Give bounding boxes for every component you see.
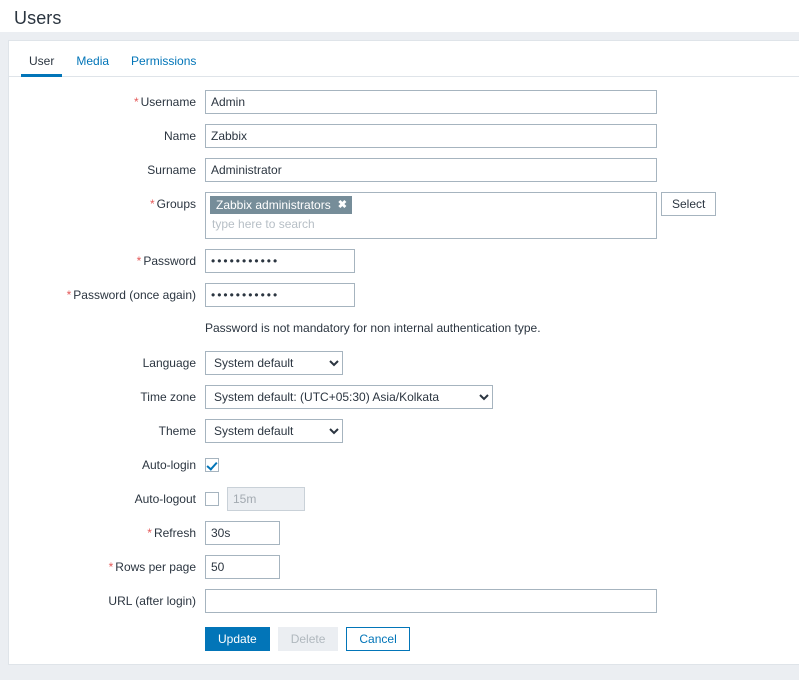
label-theme: Theme	[158, 424, 196, 438]
label-timezone: Time zone	[140, 390, 196, 404]
field-password-hint: Password is not mandatory for non intern…	[205, 317, 541, 337]
groups-multiselect[interactable]: Zabbix administrators ✖	[205, 192, 657, 239]
row-password: * Password	[9, 249, 799, 273]
field-rows-per-page	[205, 555, 280, 579]
row-auto-login: Auto-login	[9, 453, 799, 477]
required-marker: *	[147, 526, 152, 540]
row-auto-logout: Auto-logout	[9, 487, 799, 511]
row-form-actions: Update Delete Cancel	[9, 627, 799, 651]
field-timezone: System default: (UTC+05:30) Asia/Kolkata	[205, 385, 493, 409]
group-chip-label: Zabbix administrators	[216, 198, 331, 212]
label-name: Name	[163, 129, 196, 143]
label-rows-per-page: * Rows per page	[108, 560, 196, 574]
form-actions: Update Delete Cancel	[205, 627, 418, 651]
password-again-input[interactable]	[205, 283, 355, 307]
row-timezone: Time zone System default: (UTC+05:30) As…	[9, 385, 799, 409]
theme-select[interactable]: System default	[205, 419, 343, 443]
label-password: * Password	[136, 254, 196, 268]
field-url-after-login	[205, 589, 657, 613]
field-name	[205, 124, 657, 148]
label-surname: Surname	[147, 163, 196, 177]
page-header: Users	[0, 0, 799, 32]
field-groups: Zabbix administrators ✖ Select	[205, 192, 717, 239]
surname-input[interactable]	[205, 158, 657, 182]
row-username: * Username	[9, 90, 799, 114]
username-input[interactable]	[205, 90, 657, 114]
page-title: Users	[14, 8, 62, 28]
password-input[interactable]	[205, 249, 355, 273]
tab-user[interactable]: User	[18, 54, 65, 77]
field-theme: System default	[205, 419, 343, 443]
tab-media[interactable]: Media	[65, 54, 120, 76]
delete-button: Delete	[277, 627, 339, 651]
label-url-after-login: URL (after login)	[108, 594, 196, 608]
row-theme: Theme System default	[9, 419, 799, 443]
cancel-button[interactable]: Cancel	[346, 627, 410, 651]
group-chip[interactable]: Zabbix administrators ✖	[210, 196, 352, 214]
tab-permissions[interactable]: Permissions	[120, 54, 207, 76]
select-groups-button[interactable]: Select	[661, 192, 717, 216]
row-name: Name	[9, 124, 799, 148]
url-after-login-input[interactable]	[205, 589, 657, 613]
auto-login-checkbox[interactable]	[205, 458, 219, 472]
row-language: Language System default	[9, 351, 799, 375]
field-auto-logout	[205, 487, 305, 511]
row-url-after-login: URL (after login)	[9, 589, 799, 613]
password-hint-text: Password is not mandatory for non intern…	[205, 321, 541, 335]
label-auto-login: Auto-login	[141, 458, 196, 472]
row-groups: *Groups Zabbix administrators ✖ Select	[9, 192, 799, 239]
row-surname: Surname	[9, 158, 799, 182]
field-language: System default	[205, 351, 343, 375]
label-username: * Username	[133, 95, 196, 109]
required-marker: *	[149, 197, 155, 211]
field-username	[205, 90, 657, 114]
row-rows-per-page: * Rows per page	[9, 555, 799, 579]
label-refresh: * Refresh	[147, 526, 196, 540]
required-marker: *	[133, 95, 139, 109]
tab-bar: User Media Permissions	[9, 41, 799, 77]
label-groups: * Groups	[149, 197, 196, 211]
field-password-again	[205, 283, 355, 307]
name-input[interactable]	[205, 124, 657, 148]
row-password-hint: Password is not mandatory for non intern…	[9, 317, 799, 341]
refresh-input[interactable]	[205, 521, 280, 545]
field-refresh	[205, 521, 280, 545]
language-select[interactable]: System default	[205, 351, 343, 375]
close-icon[interactable]: ✖	[338, 199, 347, 211]
label-auto-logout: Auto-logout	[134, 492, 196, 506]
row-refresh: * Refresh	[9, 521, 799, 545]
label-password-again: * Password (once again)	[66, 288, 196, 302]
field-auto-login	[205, 453, 219, 472]
row-password-again: * Password (once again)	[9, 283, 799, 307]
required-marker: *	[136, 254, 142, 268]
update-button[interactable]: Update	[205, 627, 270, 651]
user-form-card: User Media Permissions *Username Name Su…	[8, 40, 799, 665]
auto-logout-input	[227, 487, 305, 511]
rows-per-page-input[interactable]	[205, 555, 280, 579]
field-surname	[205, 158, 657, 182]
required-marker: *	[66, 288, 72, 302]
timezone-select[interactable]: System default: (UTC+05:30) Asia/Kolkata	[205, 385, 493, 409]
field-password	[205, 249, 355, 273]
user-form: *Username Name Surname *Groups Zabbix ad…	[9, 77, 799, 651]
label-language: Language	[142, 356, 196, 370]
required-marker: *	[108, 560, 114, 574]
groups-search-input[interactable]	[210, 214, 656, 231]
auto-logout-checkbox[interactable]	[205, 492, 219, 506]
